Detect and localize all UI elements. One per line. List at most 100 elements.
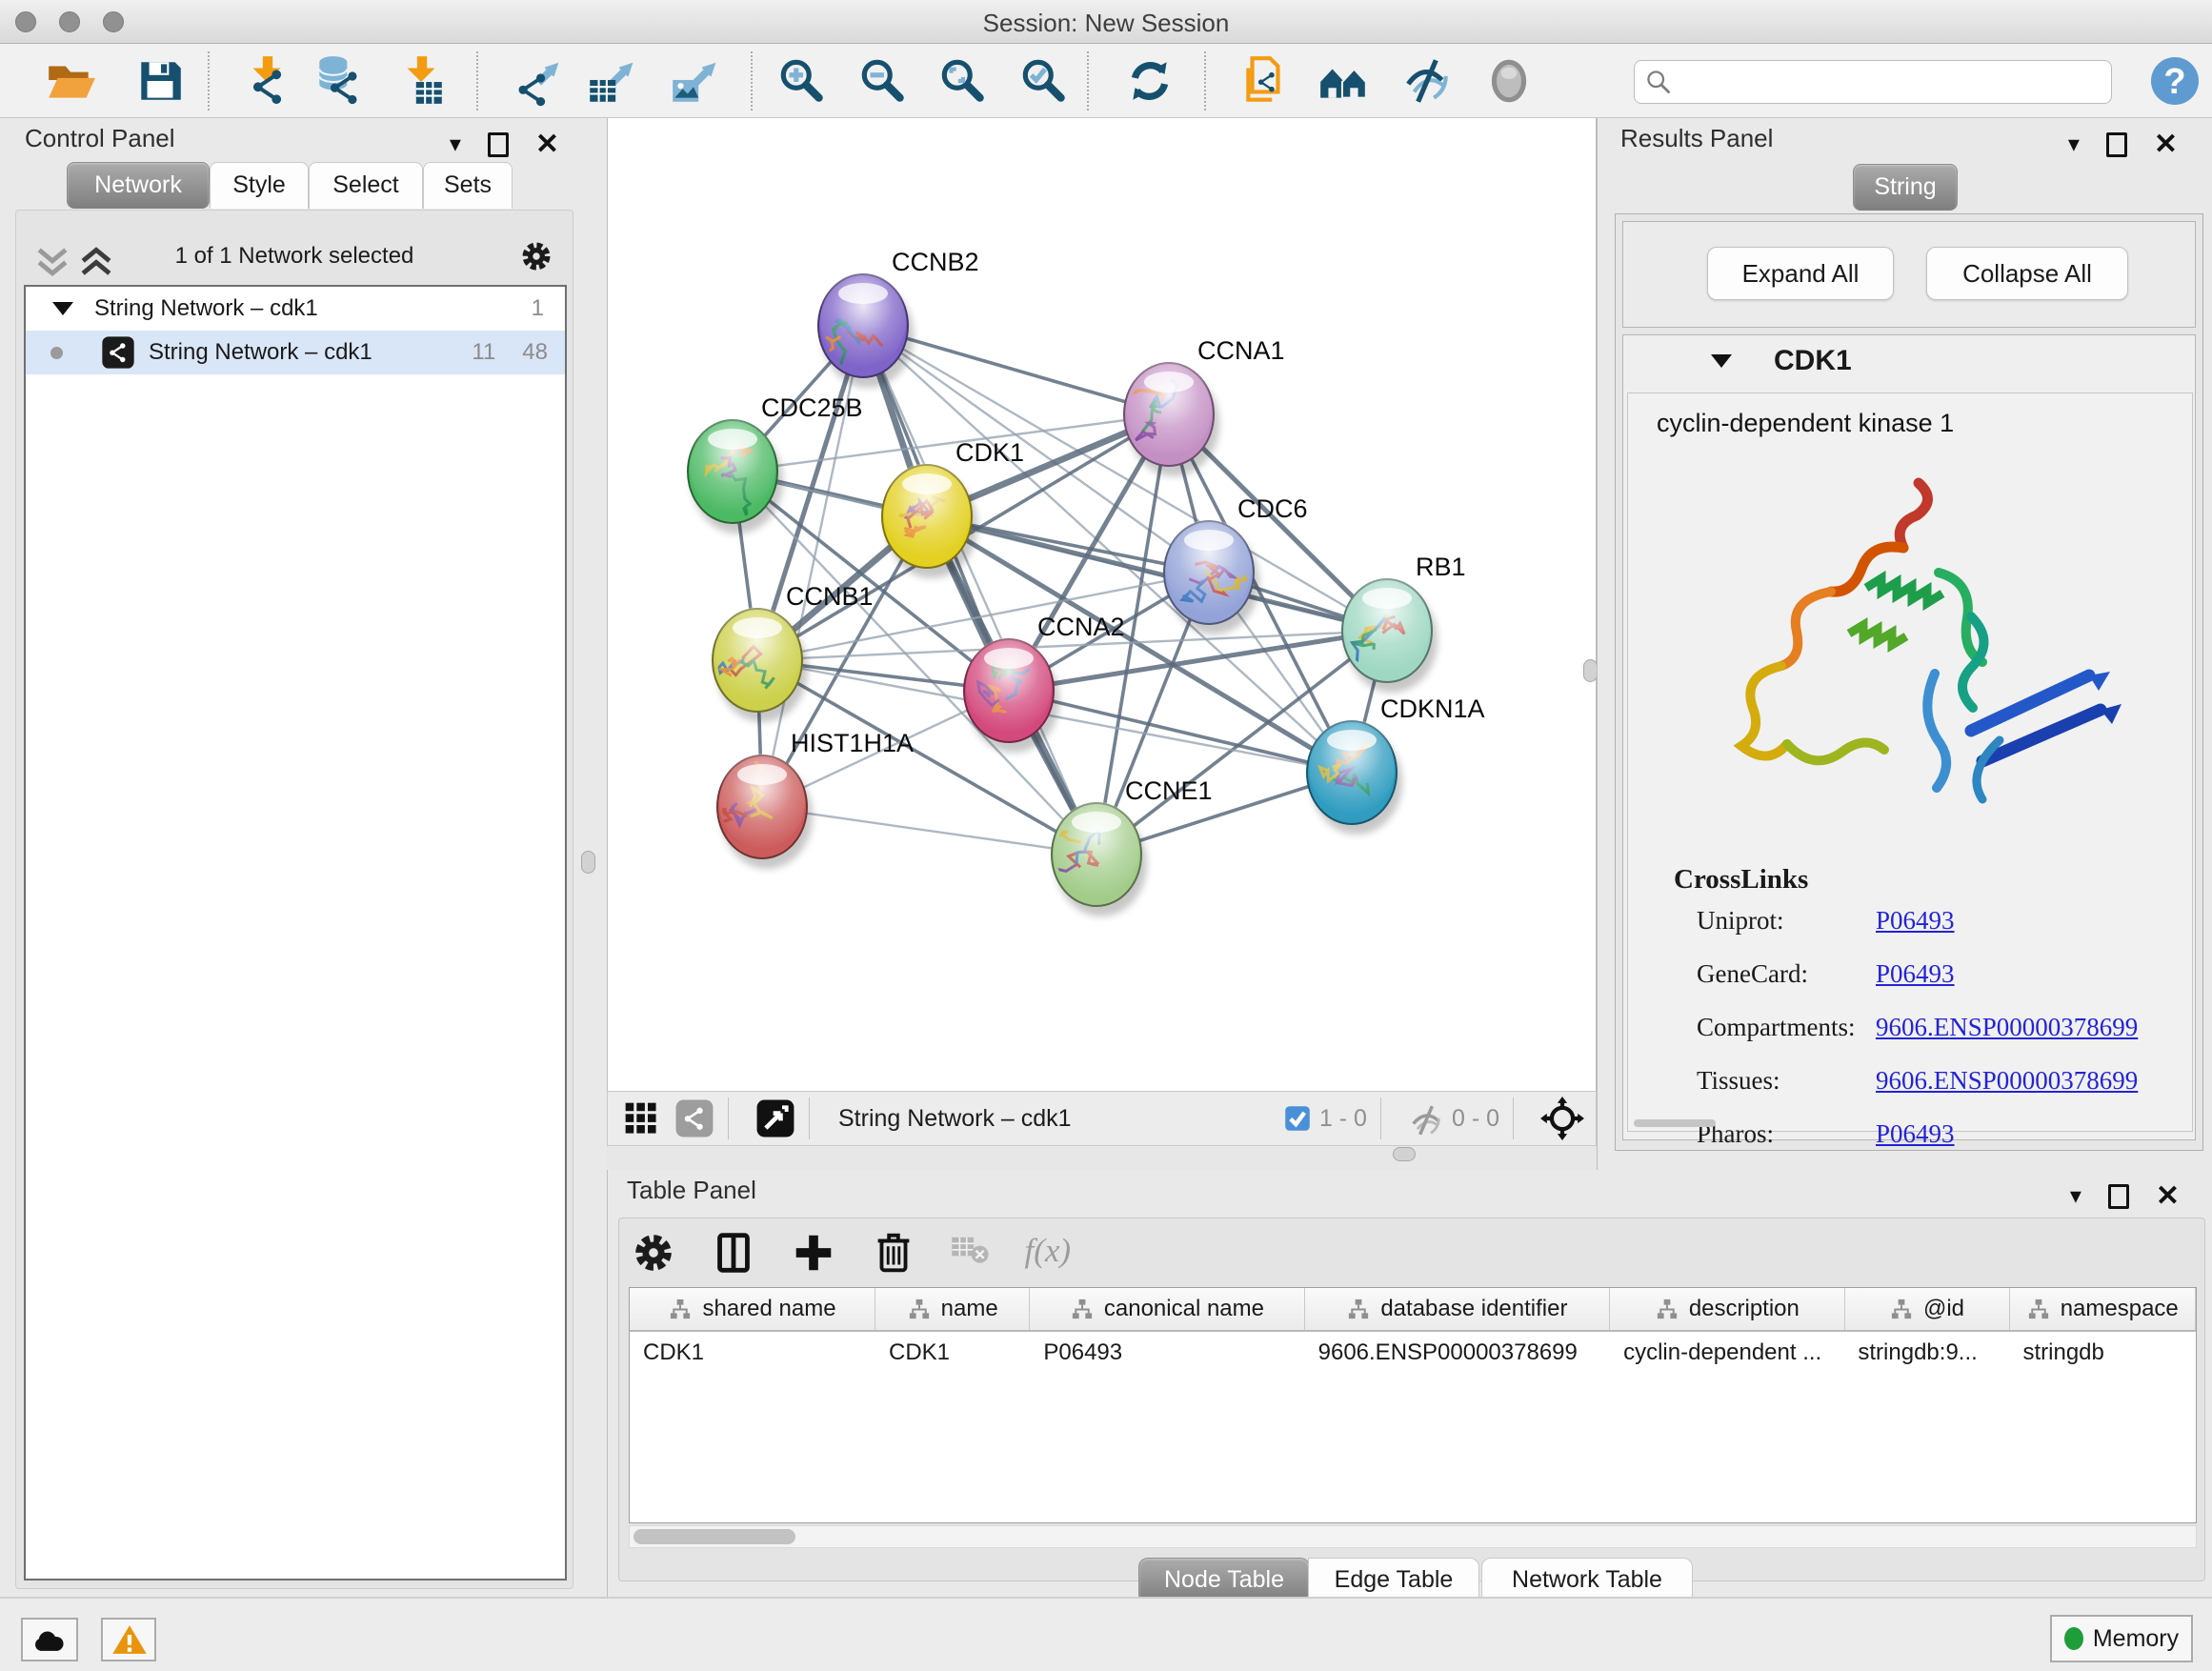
splitter-handle[interactable] — [581, 851, 595, 874]
zoom-in-button[interactable] — [775, 54, 829, 108]
grid-view-icon[interactable] — [621, 1098, 661, 1138]
add-column-icon[interactable] — [789, 1228, 838, 1278]
cell-3[interactable]: 9606.ENSP00000378699 — [1305, 1332, 1610, 1374]
crosslink-link[interactable]: P06493 — [1876, 1119, 1955, 1149]
import-network-button[interactable] — [240, 54, 293, 108]
crosslink-link[interactable]: P06493 — [1876, 906, 1955, 936]
expand-all-button[interactable]: Expand All — [1707, 247, 1894, 300]
import-table-button[interactable] — [394, 54, 448, 108]
open-session-button[interactable] — [44, 54, 97, 108]
network-collection-row[interactable]: String Network – cdk1 1 — [26, 287, 565, 331]
column-header-@id[interactable]: @id — [1845, 1288, 2010, 1330]
zoom-selected-button[interactable] — [1017, 54, 1071, 108]
export-image-button[interactable] — [667, 54, 720, 108]
fit-selected-crosshair-icon[interactable] — [1540, 1097, 1584, 1140]
memory-button[interactable]: Memory — [2050, 1615, 2193, 1662]
node-CCNA1[interactable]: CCNA1 — [1119, 336, 1285, 476]
table-options-gear-icon[interactable] — [629, 1228, 678, 1278]
node-CDC25B[interactable]: CDC25B — [688, 393, 863, 534]
birdseye-view-icon[interactable] — [755, 1098, 795, 1138]
warnings-button[interactable] — [101, 1618, 156, 1661]
cell-6[interactable]: stringdb — [2009, 1332, 2196, 1374]
network-options-gear-icon[interactable] — [517, 237, 555, 275]
table-panel-float-icon[interactable] — [2108, 1184, 2129, 1209]
tab-string[interactable]: String — [1853, 164, 1958, 211]
control-panel-menu-icon[interactable]: ▾ — [450, 131, 461, 158]
results-panel-menu-icon[interactable]: ▾ — [2068, 131, 2080, 158]
table-hscrollbar-thumb[interactable] — [633, 1529, 795, 1544]
show-all-button[interactable] — [1482, 54, 1536, 108]
splitter-handle[interactable] — [1393, 1147, 1416, 1161]
crosslink-link[interactable]: 9606.ENSP00000378699 — [1876, 1066, 2138, 1096]
title-bar: Session: New Session — [0, 0, 2212, 44]
control-panel-float-icon[interactable] — [488, 132, 509, 157]
column-header-database-identifier[interactable]: database identifier — [1305, 1288, 1611, 1330]
collapse-all-icon[interactable] — [31, 239, 73, 273]
collapse-all-button[interactable]: Collapse All — [1926, 247, 2128, 300]
node-label-HIST1H1A: HIST1H1A — [791, 729, 914, 757]
cloud-status-button[interactable] — [21, 1618, 78, 1661]
network-canvas[interactable]: CCNB2 CCNA1 CDC25B CDK1 CDC6 RB1 CCNB1 — [607, 118, 1597, 1091]
node-label-CDC25B: CDC25B — [761, 393, 863, 422]
column-type-icon — [1346, 1297, 1371, 1321]
zoom-fit-button[interactable] — [936, 54, 990, 108]
column-header-canonical-name[interactable]: canonical name — [1030, 1288, 1304, 1330]
cell-5[interactable]: stringdb:9... — [1844, 1332, 2009, 1374]
node-CDKN1A[interactable]: CDKN1A — [1307, 695, 1485, 835]
import-database-button[interactable] — [312, 54, 365, 108]
cell-0[interactable]: CDK1 — [630, 1332, 875, 1374]
help-button[interactable]: ? — [2149, 55, 2201, 107]
splitter-handle[interactable] — [1583, 659, 1598, 682]
column-header-shared-name[interactable]: shared name — [630, 1288, 875, 1330]
network-row[interactable]: String Network – cdk1 11 48 — [26, 331, 565, 374]
node-HIST1H1A[interactable]: HIST1H1A — [715, 729, 914, 869]
collection-expand-icon[interactable] — [52, 302, 73, 315]
search-field[interactable] — [1634, 60, 2112, 104]
delete-column-icon[interactable] — [869, 1228, 918, 1278]
tab-style[interactable]: Style — [210, 162, 309, 209]
hidden-eye-icon[interactable] — [1408, 1102, 1444, 1135]
export-network-button[interactable] — [510, 54, 563, 108]
network-status-dot — [50, 347, 63, 359]
table-panel-close-icon[interactable]: ✕ — [2156, 1179, 2180, 1213]
tab-sets[interactable]: Sets — [423, 162, 513, 209]
tab-select[interactable]: Select — [309, 162, 423, 209]
show-columns-icon[interactable] — [709, 1228, 758, 1278]
node-CDK1[interactable]: CDK1 — [882, 438, 1024, 578]
cell-1[interactable]: CDK1 — [875, 1332, 1030, 1374]
zoom-out-button[interactable] — [856, 54, 910, 108]
refresh-button[interactable] — [1123, 54, 1176, 108]
edge-CCNB2-CCNE1[interactable] — [863, 326, 1096, 855]
export-table-button[interactable] — [584, 54, 637, 108]
network-badge-icon[interactable] — [674, 1098, 714, 1138]
cell-2[interactable]: P06493 — [1030, 1332, 1304, 1374]
table-hscrollbar[interactable] — [629, 1525, 2197, 1548]
copy-network-button[interactable] — [1238, 54, 1292, 108]
hide-selected-button[interactable] — [1400, 54, 1454, 108]
tab-network[interactable]: Network — [67, 162, 210, 209]
node-CDC6[interactable]: CDC6 — [1164, 494, 1308, 634]
column-header-namespace[interactable]: namespace — [2010, 1288, 2196, 1330]
node-RB1[interactable]: RB1 — [1342, 553, 1466, 693]
results-hscrollbar-thumb[interactable] — [1634, 1119, 1716, 1127]
table-panel-menu-icon[interactable]: ▾ — [2070, 1182, 2081, 1210]
column-header-description[interactable]: description — [1610, 1288, 1844, 1330]
search-input[interactable] — [1679, 69, 2111, 95]
results-panel-close-icon[interactable]: ✕ — [2154, 128, 2178, 161]
save-session-button[interactable] — [133, 54, 187, 108]
selected-checkbox-icon[interactable] — [1283, 1104, 1312, 1133]
cell-4[interactable]: cyclin-dependent ... — [1610, 1332, 1844, 1374]
entry-collapse-icon[interactable] — [1711, 354, 1732, 368]
control-panel-close-icon[interactable]: ✕ — [535, 128, 559, 161]
table-row[interactable]: CDK1CDK1P064939606.ENSP00000378699cyclin… — [630, 1332, 2196, 1374]
column-header-name[interactable]: name — [875, 1288, 1030, 1330]
crosslink-link[interactable]: P06493 — [1876, 959, 1955, 989]
edge-CCNA2-CDKN1A[interactable] — [1009, 691, 1352, 773]
cdk1-entry-header[interactable]: CDK1 — [1623, 335, 2195, 389]
column-type-icon — [1889, 1297, 1914, 1321]
crosslink-link[interactable]: 9606.ENSP00000378699 — [1876, 1013, 2138, 1042]
first-neighbors-button[interactable] — [1317, 54, 1370, 108]
crosslinks-title: CrossLinks — [1674, 864, 1808, 896]
results-panel-float-icon[interactable] — [2106, 132, 2127, 157]
string-network-graph: CCNB2 CCNA1 CDC25B CDK1 CDC6 RB1 CCNB1 — [608, 118, 1596, 1089]
